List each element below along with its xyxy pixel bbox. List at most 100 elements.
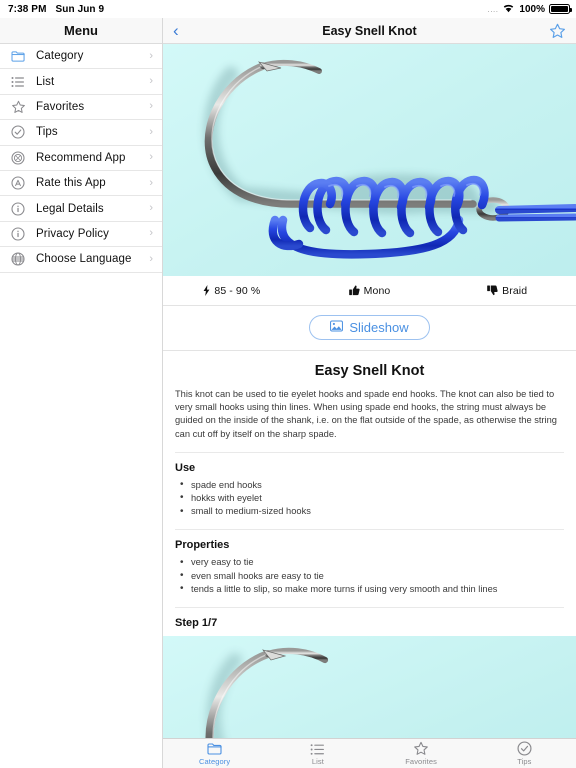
sidebar: Menu Category › List › Favorites › Tips … <box>0 18 163 768</box>
chevron-right-icon: › <box>149 227 153 240</box>
info-circle-icon <box>9 201 27 216</box>
article-content: Easy Snell Knot This knot can be used to… <box>163 351 576 629</box>
sidebar-item-label: Tips <box>36 126 58 139</box>
sidebar-item-label: Recommend App <box>36 151 126 164</box>
star-outline-icon[interactable] <box>549 23 566 39</box>
chevron-left-icon[interactable]: ‹ <box>173 22 179 39</box>
sidebar-item-recommend-app[interactable]: Recommend App › <box>0 145 162 171</box>
chevron-right-icon: › <box>149 75 153 88</box>
status-bar: 7:38 PM Sun Jun 9 .... 100% <box>0 0 576 18</box>
detail-pane: ‹ Easy Snell Knot 85 - 90 % Mono Braid S… <box>163 18 576 768</box>
properties-list: very easy to tie even small hooks are ea… <box>175 556 564 597</box>
stat-value: Braid <box>502 284 528 297</box>
page-title: Easy Snell Knot <box>322 23 417 38</box>
check-circle-icon <box>517 741 532 756</box>
status-date: Sun Jun 9 <box>55 3 105 15</box>
list-item: tends a little to slip, so make more tur… <box>175 582 564 596</box>
sidebar-item-choose-language[interactable]: Choose Language › <box>0 247 162 273</box>
article-title: Easy Snell Knot <box>314 363 425 379</box>
sidebar-item-label: Favorites <box>36 100 85 113</box>
strength-icon <box>203 285 210 296</box>
app-root: 7:38 PM Sun Jun 9 .... 100% Menu Categor… <box>0 0 576 768</box>
star-icon <box>413 741 429 756</box>
list-item: small to medium-sized hooks <box>175 505 564 519</box>
sidebar-item-favorites[interactable]: Favorites › <box>0 94 162 121</box>
battery-full-icon <box>549 4 572 14</box>
sidebar-item-label: Category <box>36 50 84 63</box>
sidebar-item-legal-details[interactable]: Legal Details › <box>0 196 162 222</box>
slideshow-button-row: Slideshow <box>163 306 576 351</box>
list-icon <box>310 741 325 756</box>
stat-value: Mono <box>363 284 391 297</box>
sidebar-item-label: Choose Language <box>36 253 132 266</box>
chevron-right-icon: › <box>149 176 153 189</box>
sidebar-item-label: Legal Details <box>36 202 104 215</box>
knot-step1-image <box>163 635 576 738</box>
sidebar-item-category[interactable]: Category › <box>0 44 162 70</box>
list-icon <box>9 76 27 88</box>
sidebar-item-tips[interactable]: Tips › <box>0 120 162 146</box>
chevron-right-icon: › <box>149 49 153 62</box>
section-divider <box>175 451 564 453</box>
sidebar-item-privacy-policy[interactable]: Privacy Policy › <box>0 221 162 248</box>
list-item: spade end hooks <box>175 478 564 492</box>
folder-icon <box>207 741 223 756</box>
tab-list[interactable]: List <box>266 739 369 768</box>
tab-label: Favorites <box>405 757 437 766</box>
folder-icon <box>9 50 27 63</box>
tab-bar: Category List Favorites Tips <box>163 738 576 768</box>
navigation-bar: ‹ Easy Snell Knot <box>163 18 576 44</box>
sidebar-item-label: List <box>36 75 55 88</box>
sidebar-item-label: Privacy Policy <box>36 227 109 240</box>
chevron-right-icon: › <box>149 202 153 215</box>
properties-heading: Properties <box>175 539 230 552</box>
star-icon <box>9 100 27 114</box>
status-time: 7:38 PM <box>8 3 47 15</box>
stat-value: 85 - 90 % <box>214 284 261 297</box>
signal-dots-icon: .... <box>487 4 499 14</box>
sidebar-menu-list: Category › List › Favorites › Tips › Rec… <box>0 44 162 768</box>
list-item: even small hooks are easy to tie <box>175 569 564 583</box>
sidebar-title: Menu <box>64 23 98 38</box>
article-description: This knot can be used to tie eyelet hook… <box>175 389 557 439</box>
chevron-right-icon: › <box>149 100 153 113</box>
tab-category[interactable]: Category <box>163 739 266 768</box>
status-right-cluster: .... 100% <box>487 3 572 16</box>
step-heading: Step 1/7 <box>175 616 218 629</box>
detail-scroll-area[interactable]: 85 - 90 % Mono Braid Slideshow Easy Snel… <box>163 44 576 738</box>
chevron-right-icon: › <box>149 125 153 138</box>
rate-circle-icon <box>9 176 27 190</box>
chevron-right-icon: › <box>149 151 153 164</box>
knot-hero-image <box>163 44 576 276</box>
thumbs-up-icon <box>348 285 360 296</box>
stat-strength: 85 - 90 % <box>163 285 301 297</box>
photos-icon <box>330 320 344 335</box>
tab-label: Category <box>199 757 231 766</box>
list-item: hokks with eyelet <box>175 491 564 505</box>
tab-tips[interactable]: Tips <box>473 739 576 768</box>
tab-label: Tips <box>517 757 532 766</box>
check-circle-icon <box>9 125 27 139</box>
split-view: Menu Category › List › Favorites › Tips … <box>0 18 576 768</box>
tab-label: List <box>311 757 324 766</box>
sidebar-item-list[interactable]: List › <box>0 69 162 95</box>
knot-stats-row: 85 - 90 % Mono Braid <box>163 276 576 306</box>
sidebar-item-rate-this-app[interactable]: Rate this App › <box>0 170 162 197</box>
list-item: very easy to tie <box>175 556 564 570</box>
chevron-right-icon: › <box>149 252 153 265</box>
battery-percent: 100% <box>519 3 545 15</box>
info-circle-icon <box>9 227 27 241</box>
stat-braid: Braid <box>438 285 576 297</box>
slideshow-button[interactable]: Slideshow <box>309 315 430 340</box>
use-list: spade end hooks hokks with eyelet small … <box>175 478 564 519</box>
tab-favorites[interactable]: Favorites <box>370 739 473 768</box>
section-divider <box>175 606 564 608</box>
section-divider <box>175 529 564 531</box>
wifi-icon <box>502 3 515 16</box>
sidebar-header: Menu <box>0 18 162 44</box>
stat-mono: Mono <box>301 285 439 297</box>
globe-icon <box>9 252 27 266</box>
slideshow-label: Slideshow <box>349 320 409 335</box>
thumbs-down-icon <box>487 285 498 296</box>
use-heading: Use <box>175 461 196 474</box>
